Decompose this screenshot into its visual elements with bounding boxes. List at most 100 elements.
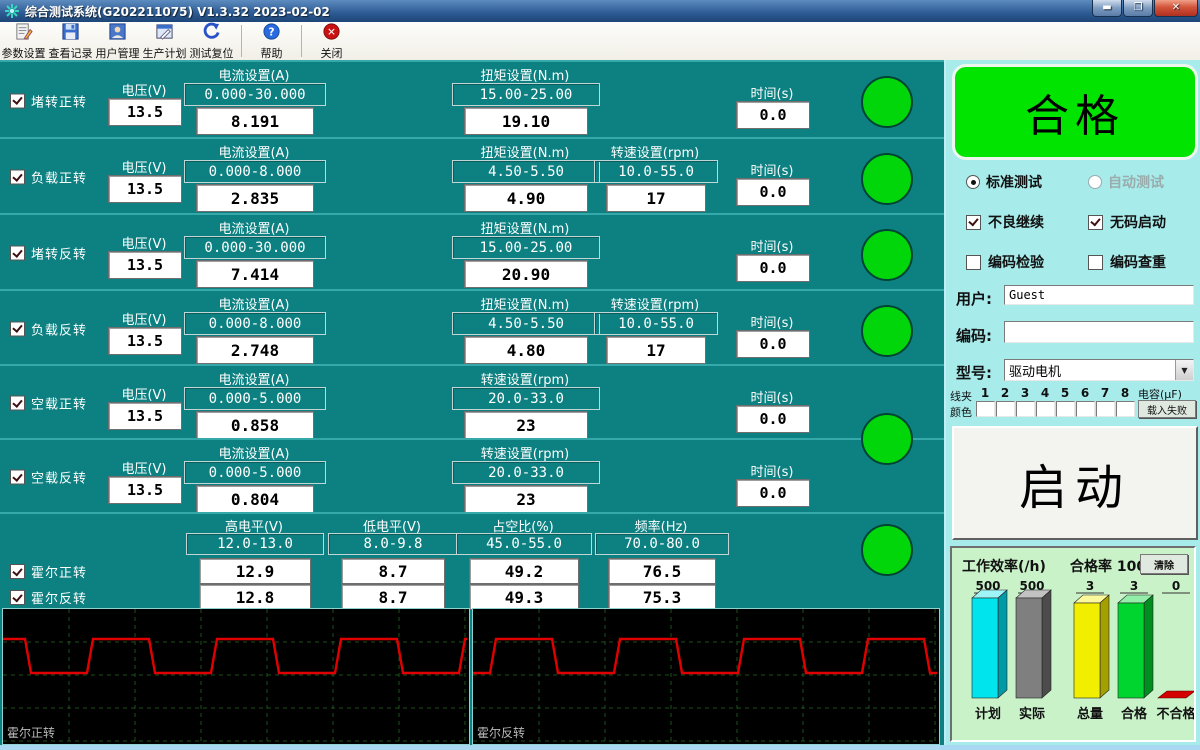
field-range: 20.0-33.0: [452, 387, 600, 410]
test-name: 负载正转: [31, 168, 87, 187]
test-row: 空载反转电压(V)13.5电流设置(A)0.000-5.0000.804转速设置…: [0, 438, 944, 514]
clip-number: 2: [996, 386, 1014, 400]
test-enable-checkbox[interactable]: [10, 170, 25, 185]
field-value: 20.90: [464, 260, 588, 288]
check-icon: [1090, 216, 1100, 227]
svg-text:不合格: 不合格: [1156, 706, 1194, 722]
clip-color-box[interactable]: [1056, 401, 1075, 417]
status-light-icon: [861, 229, 913, 281]
toolbar-help[interactable]: ?帮助: [248, 22, 295, 60]
radio-icon[interactable]: [966, 175, 980, 189]
toolbar-reset[interactable]: 测试复位: [188, 22, 235, 60]
test-enable-checkbox[interactable]: [10, 564, 25, 579]
svg-text:0: 0: [1172, 579, 1180, 593]
users-icon: [108, 22, 127, 45]
field-value: 0.858: [196, 411, 314, 439]
clip-color-label: 颜色: [950, 404, 972, 420]
clip-color-box[interactable]: [1096, 401, 1115, 417]
hall-value: 12.8: [199, 584, 311, 610]
window-close-button[interactable]: ✕: [1154, 0, 1198, 17]
code-label: 编码:: [956, 325, 992, 346]
plan-icon: [155, 22, 174, 45]
field-value: 0.804: [196, 485, 314, 513]
toolbar-close[interactable]: ✕关闭: [308, 22, 355, 60]
toolbar: 参数设置查看记录用户管理生产计划测试复位 ?帮助 ✕关闭: [0, 22, 1200, 61]
svg-text:?: ?: [268, 26, 274, 38]
check-icon: [12, 397, 22, 408]
test-name: 霍尔反转: [31, 588, 87, 607]
waveform-display: [3, 609, 469, 746]
test-name: 霍尔正转: [31, 562, 87, 581]
hall-value: 49.3: [469, 584, 579, 610]
test-enable-checkbox[interactable]: [10, 470, 25, 485]
test-enable-checkbox[interactable]: [10, 396, 25, 411]
chevron-down-icon[interactable]: ▼: [1175, 360, 1193, 380]
time-value: 0.0: [736, 479, 810, 507]
model-select[interactable]: 驱动电机 ▼: [1004, 359, 1194, 381]
code-input[interactable]: [1004, 321, 1194, 343]
start-button[interactable]: 启动: [952, 426, 1198, 540]
radio-icon[interactable]: [1088, 175, 1102, 189]
title-bar: 综合测试系统(G202211075) V1.3.32 2023-02-02 ▬ …: [0, 0, 1200, 22]
user-input[interactable]: [1004, 285, 1194, 305]
toolbar-item-label: 生产计划: [143, 45, 187, 61]
clip-color-box[interactable]: [1116, 401, 1135, 417]
time-value: 0.0: [736, 330, 810, 358]
check-icon: [12, 94, 22, 105]
reset-icon: [202, 22, 221, 45]
radio-standard-test[interactable]: 标准测试: [966, 172, 1042, 192]
clip-color-box[interactable]: [976, 401, 995, 417]
status-light-icon: [861, 413, 913, 465]
minimize-button[interactable]: ▬: [1092, 0, 1122, 17]
window-frame-bottom: [0, 745, 1200, 750]
test-enable-checkbox[interactable]: [10, 590, 25, 605]
load-status-button[interactable]: 载入失败: [1138, 400, 1196, 418]
toolbar-item-label: 查看记录: [49, 45, 93, 61]
app-icon: [4, 3, 20, 19]
toolbar-records[interactable]: 查看记录: [47, 22, 94, 60]
voltage-value: 13.5: [108, 476, 182, 504]
option-label: 编码检验: [988, 252, 1044, 272]
option-checkbox-row[interactable]: 不良继续: [966, 212, 1044, 232]
help-icon: ?: [262, 22, 281, 45]
voltage-label: 电压(V): [102, 233, 186, 252]
option-checkbox-row[interactable]: 无码启动: [1088, 212, 1166, 232]
clear-button[interactable]: 清除: [1140, 554, 1188, 574]
maximize-button[interactable]: ❐: [1123, 0, 1153, 17]
test-enable-checkbox[interactable]: [10, 321, 25, 336]
status-light-icon: [861, 153, 913, 205]
test-enable-checkbox[interactable]: [10, 93, 25, 108]
hall-column-range: 70.0-80.0: [595, 533, 729, 555]
test-enable-checkbox[interactable]: [10, 246, 25, 261]
option-checkbox[interactable]: [966, 215, 981, 230]
option-checkbox[interactable]: [1088, 255, 1103, 270]
time-value: 0.0: [736, 405, 810, 433]
radio-auto-test[interactable]: 自动测试: [1088, 172, 1164, 192]
test-row: 负载正转电压(V)13.5电流设置(A)0.000-8.0002.835扭矩设置…: [0, 137, 944, 215]
model-select-value: 驱动电机: [1005, 361, 1175, 380]
clip-color-box[interactable]: [996, 401, 1015, 417]
field-label: 电流设置(A): [184, 369, 324, 388]
toolbar-params[interactable]: 参数设置: [0, 22, 47, 60]
option-label: 无码启动: [1110, 212, 1166, 232]
option-checkbox-row[interactable]: 编码检验: [966, 252, 1044, 272]
field-label: 扭矩设置(N.m): [452, 218, 598, 237]
result-indicator: 合格: [952, 64, 1198, 160]
option-checkbox-row[interactable]: 编码查重: [1088, 252, 1166, 272]
clip-color-box[interactable]: [1016, 401, 1035, 417]
voltage-label: 电压(V): [102, 80, 186, 99]
oscilloscope-label: 霍尔反转: [477, 724, 525, 741]
toolbar-users[interactable]: 用户管理: [94, 22, 141, 60]
clip-color-box[interactable]: [1036, 401, 1055, 417]
efficiency-title: 工作效率(/h): [962, 556, 1046, 576]
test-row-toggle: 堵转正转: [10, 91, 87, 110]
option-checkbox[interactable]: [966, 255, 981, 270]
clip-color-box[interactable]: [1076, 401, 1095, 417]
svg-text:✕: ✕: [327, 26, 336, 38]
field-range: 15.00-25.00: [452, 83, 600, 106]
time-label: 时间(s): [732, 160, 812, 179]
option-checkbox[interactable]: [1088, 215, 1103, 230]
field-range: 0.000-8.000: [184, 312, 326, 335]
toolbar-plan[interactable]: 生产计划: [141, 22, 188, 60]
records-icon: [61, 22, 80, 45]
